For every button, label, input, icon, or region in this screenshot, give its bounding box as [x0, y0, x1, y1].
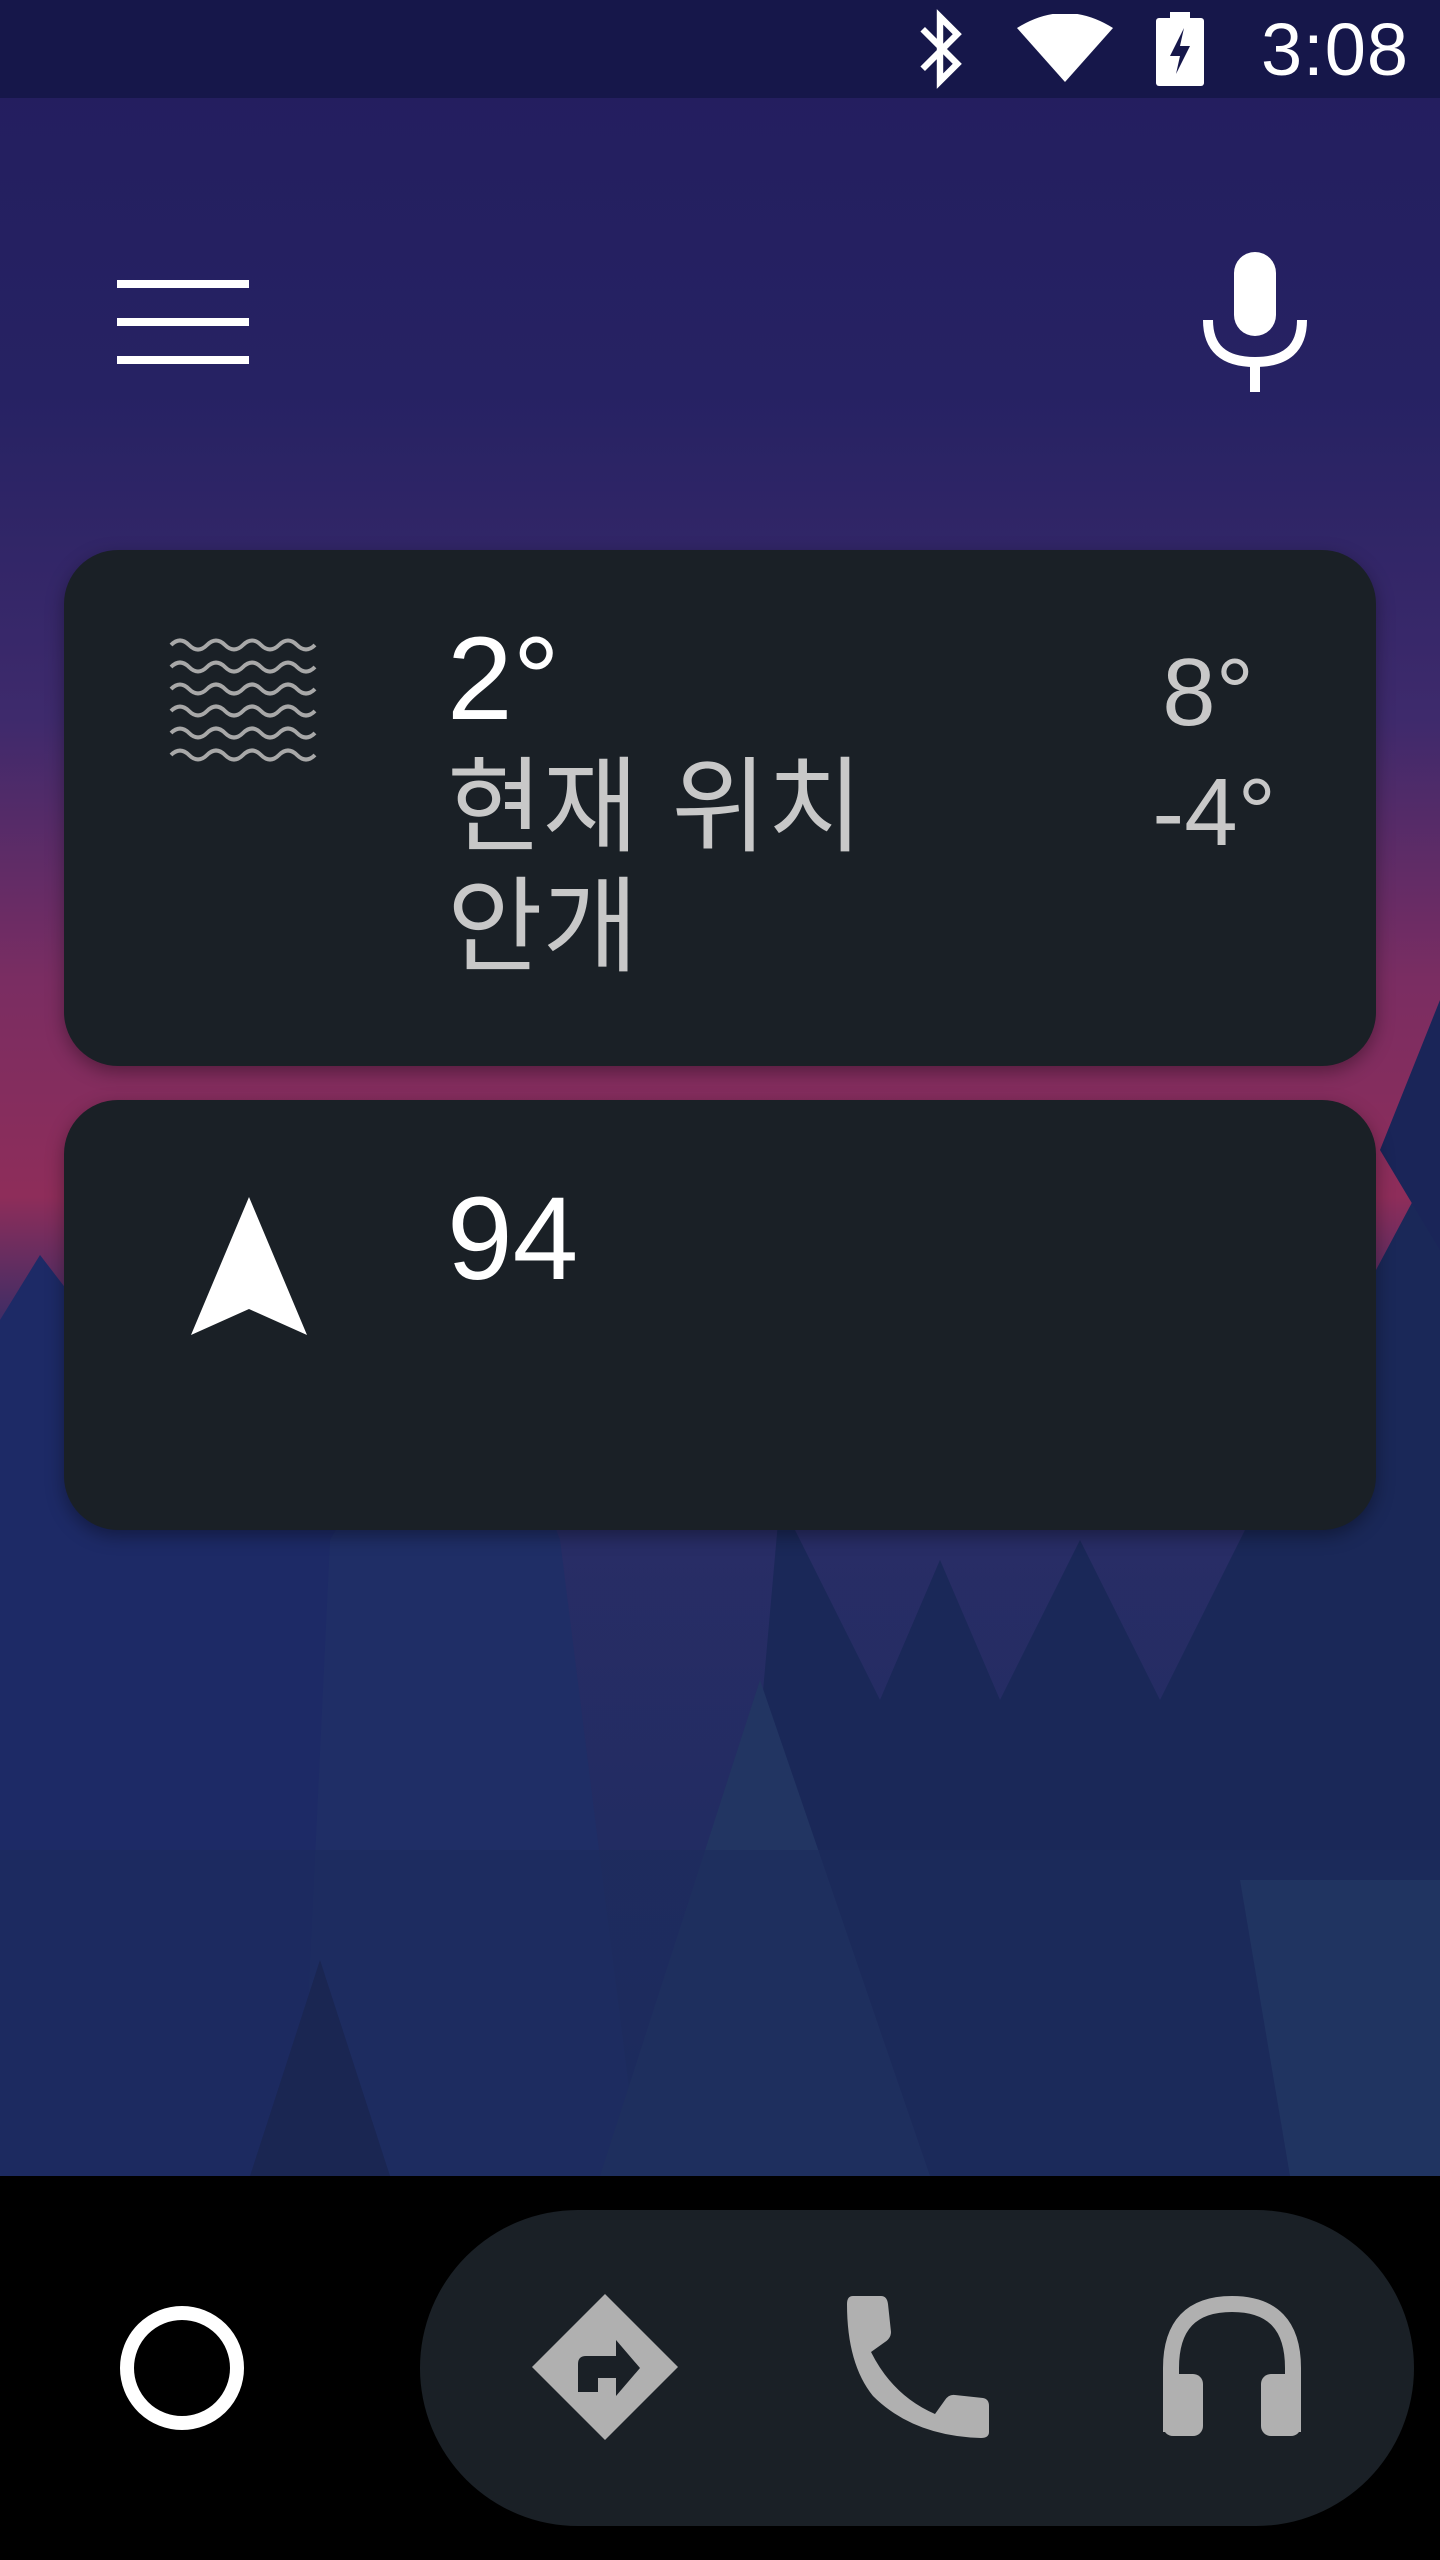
- low-temperature: -4°: [1152, 759, 1276, 866]
- status-bar: 3:08: [0, 0, 1440, 98]
- battery-charging-icon: [1150, 0, 1210, 98]
- high-temperature: 8°: [1162, 639, 1254, 746]
- weather-card[interactable]: 2° 현재 위치 안개 8° -4°: [64, 550, 1376, 1066]
- bluetooth-icon: [900, 0, 980, 98]
- phone-icon[interactable]: [838, 2282, 998, 2452]
- microphone-icon[interactable]: [1196, 248, 1314, 394]
- home-circle-icon[interactable]: [118, 2304, 246, 2432]
- menu-icon[interactable]: [115, 272, 251, 372]
- navigation-arrow-icon: [191, 1197, 307, 1335]
- wifi-icon: [1010, 0, 1120, 98]
- headphones-icon[interactable]: [1152, 2282, 1312, 2452]
- clock: 3:08: [1260, 7, 1410, 91]
- navigation-card[interactable]: 94: [64, 1100, 1376, 1530]
- weather-location: 현재 위치: [447, 746, 863, 868]
- weather-condition: 안개: [447, 866, 639, 988]
- navigation-value: 94: [447, 1173, 579, 1305]
- navigation-icon[interactable]: [525, 2282, 685, 2452]
- fog-icon: [169, 638, 317, 762]
- current-temperature: 2°: [447, 613, 560, 745]
